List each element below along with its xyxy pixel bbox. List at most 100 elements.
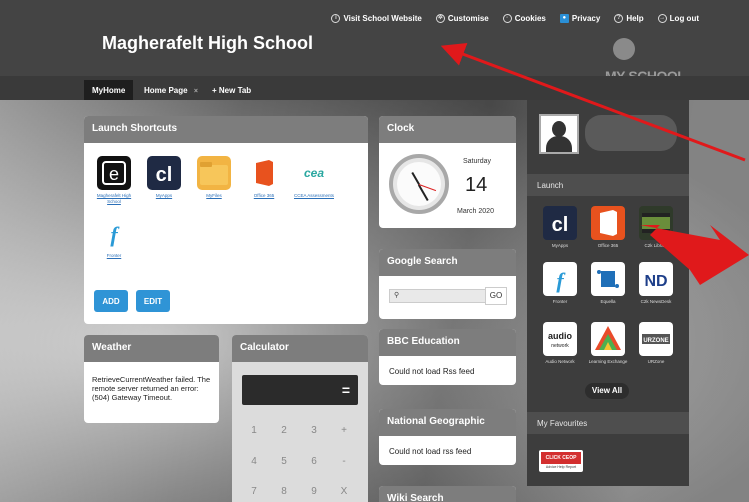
help-icon: ? — [614, 14, 624, 23]
calc-key-5[interactable]: 5 — [270, 448, 298, 476]
bbc-education-message: Could not load Rss feed — [389, 367, 475, 376]
launch-fronter[interactable]: f Fronter — [537, 262, 583, 305]
shortcut-ccea[interactable]: cea CCEA Assessments — [292, 156, 336, 199]
e-icon: e — [97, 156, 131, 190]
search-icon: ⚲ — [394, 292, 400, 299]
add-button[interactable]: ADD — [94, 290, 128, 312]
office-icon — [591, 206, 625, 240]
tab-close-icon[interactable]: × — [194, 88, 198, 95]
launch-section-label: Launch — [527, 174, 689, 196]
shortcut-fronter[interactable]: f Fronter — [92, 216, 136, 259]
cookies-link[interactable]: ◦ Cookies — [502, 14, 546, 23]
learning-exchange-icon — [591, 322, 625, 356]
newsdesk-icon: ND — [639, 262, 673, 296]
svg-text:cl: cl — [156, 164, 173, 186]
clock-day: Saturday — [463, 158, 492, 165]
cookie-icon: ◦ — [502, 14, 512, 23]
wiki-search-title: Wiki Search — [379, 486, 516, 502]
launch-shortcuts-title: Launch Shortcuts — [84, 116, 368, 143]
calc-key-7[interactable]: 7 — [240, 478, 268, 502]
ceop-button[interactable]: CLICK CEOP Advice Help Report — [539, 450, 583, 472]
tab-home-page[interactable]: Home Page × — [136, 80, 206, 100]
cookies-label: Cookies — [514, 14, 546, 23]
weather-title: Weather — [84, 335, 219, 362]
help-link[interactable]: ? Help — [614, 14, 644, 23]
calc-key-8[interactable]: 8 — [270, 478, 298, 502]
launch-label: Equella — [600, 299, 616, 304]
calculator-equals-button[interactable]: = — [342, 382, 350, 398]
office-icon — [247, 156, 281, 190]
ccea-icon: cea — [297, 156, 331, 190]
clock-widget: Clock Saturday 14 March 2020 — [379, 116, 516, 228]
ceop-sublabel: Advice Help Report — [545, 465, 577, 469]
log-out-link[interactable]: → Log out — [657, 14, 699, 23]
national-geographic-widget: National Geographic Could not load rss f… — [379, 409, 516, 465]
calc-key-2[interactable]: 2 — [270, 417, 298, 445]
clock-month-year: March 2020 — [457, 208, 494, 215]
launch-c2k-library[interactable]: C2k Library — [633, 206, 679, 249]
national-geographic-title: National Geographic — [379, 409, 516, 436]
tab-new-tab[interactable]: + New Tab — [204, 80, 259, 100]
calc-key-multiply[interactable]: X — [330, 478, 358, 502]
calc-key-6[interactable]: 6 — [300, 448, 328, 476]
visit-school-website-link[interactable]: i Visit School Website — [331, 14, 422, 23]
customise-link[interactable]: ✲ Customise — [435, 14, 489, 23]
calculator-title: Calculator — [232, 335, 368, 362]
wiki-search-widget: Wiki Search — [379, 486, 516, 502]
launch-urzone[interactable]: URZONE URZone — [633, 322, 679, 365]
library-icon — [639, 206, 673, 240]
tab-home-page-label: Home Page — [144, 86, 188, 95]
calc-key-4[interactable]: 4 — [240, 448, 268, 476]
shortcut-office365[interactable]: Office 365 — [242, 156, 286, 199]
logout-icon: → — [657, 14, 667, 23]
view-all-button[interactable]: View All — [585, 383, 629, 399]
launch-equella[interactable]: Equella — [585, 262, 631, 305]
privacy-label: Privacy — [571, 14, 601, 23]
fronter-icon: f — [97, 216, 131, 250]
shortcut-label: Magherafelt High School — [96, 193, 132, 204]
audio-network-icon: audio network — [543, 322, 577, 356]
ceop-label: CLICK CEOP — [541, 452, 581, 464]
right-panel: Launch cl MyApps Office 365 C2k Library … — [527, 100, 689, 486]
calc-key-1[interactable]: 1 — [240, 417, 268, 445]
shortcut-label: MyFiles — [206, 193, 222, 198]
c2k-icon: cl — [147, 156, 181, 190]
analog-clock — [389, 154, 449, 214]
urzone-icon: URZONE — [639, 322, 673, 356]
shortcut-myapps[interactable]: cl MyApps — [142, 156, 186, 199]
launch-c2k-newsdesk[interactable]: ND C2k NewsDesk — [633, 262, 679, 305]
tab-myhome[interactable]: MyHome — [84, 80, 134, 100]
launch-label: Learning Exchange — [588, 359, 628, 364]
clock-title: Clock — [379, 116, 516, 143]
calc-key-plus[interactable]: + — [330, 417, 358, 445]
google-search-input[interactable]: ⚲ — [389, 289, 487, 303]
calc-key-9[interactable]: 9 — [300, 478, 328, 502]
customise-label: Customise — [447, 14, 489, 23]
svg-text:e: e — [109, 164, 119, 184]
edit-button[interactable]: EDIT — [136, 290, 170, 312]
c2k-icon: cl — [543, 206, 577, 240]
shortcut-myfiles[interactable]: MyFiles — [192, 156, 236, 199]
shortcut-label: Office 365 — [253, 193, 275, 198]
launch-label: URZone — [647, 359, 665, 364]
avatar[interactable] — [539, 114, 579, 154]
launch-myapps[interactable]: cl MyApps — [537, 206, 583, 249]
calc-key-3[interactable]: 3 — [300, 417, 328, 445]
launch-label: Fronter — [552, 299, 568, 304]
calc-key-minus[interactable]: - — [330, 448, 358, 476]
privacy-link[interactable]: ● Privacy — [559, 14, 601, 23]
header-bar: i Visit School Website ✲ Customise ◦ Coo… — [0, 0, 749, 84]
svg-text:URZONE: URZONE — [643, 338, 668, 344]
info-icon: i — [331, 14, 341, 23]
weather-widget: Weather RetrieveCurrentWeather failed. T… — [84, 335, 219, 423]
fronter-icon: f — [543, 262, 577, 296]
launch-office365[interactable]: Office 365 — [585, 206, 631, 249]
shortcut-magherafelt[interactable]: e Magherafelt High School — [92, 156, 136, 205]
launch-learning-exchange[interactable]: Learning Exchange — [585, 322, 631, 365]
google-search-go-button[interactable]: GO — [485, 287, 507, 305]
calculator-display: = — [242, 375, 358, 405]
shortcut-label: CCEA Assessments — [293, 193, 334, 198]
svg-text:cea: cea — [304, 166, 324, 180]
help-label: Help — [626, 14, 644, 23]
launch-audio-network[interactable]: audio network Audio Network — [537, 322, 583, 365]
